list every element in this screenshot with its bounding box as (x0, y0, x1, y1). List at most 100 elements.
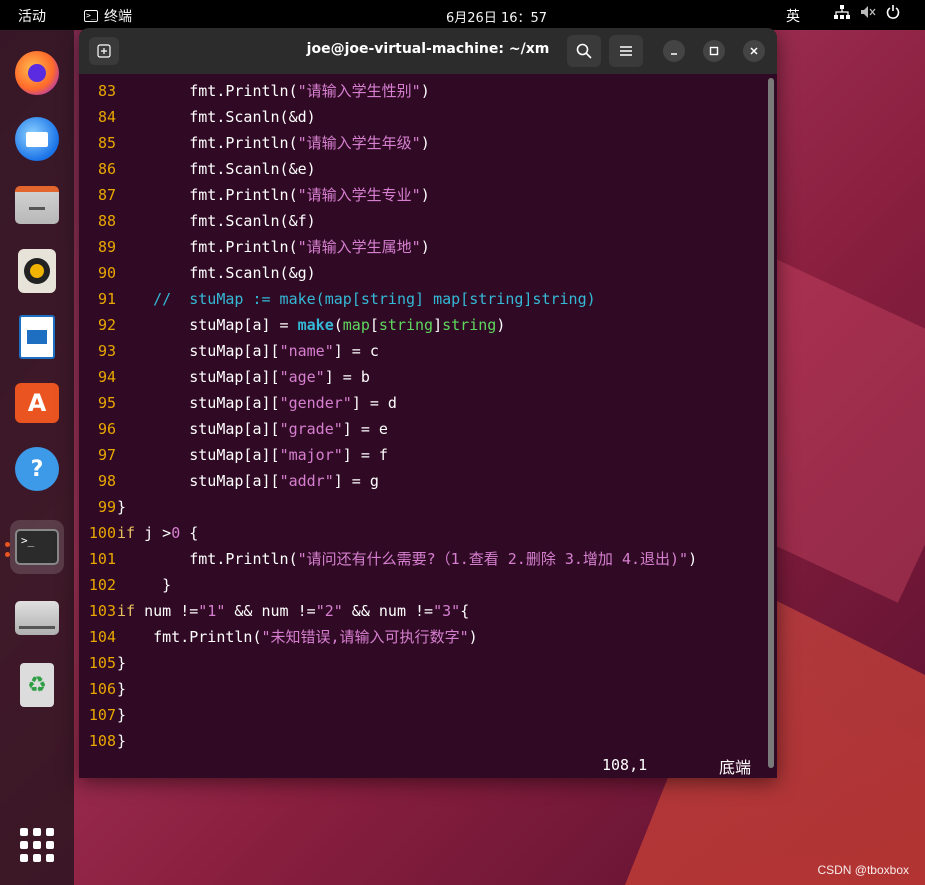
cursor-position: 108,1 (602, 756, 648, 774)
code-token: ) (688, 550, 698, 568)
code-token: string (442, 316, 497, 334)
line-number: 100 (88, 524, 116, 542)
code-line: 100if j >0 { (79, 520, 769, 546)
line-content: stuMap[a]["gender"] = d (116, 390, 397, 416)
line-content: } (116, 676, 126, 702)
top-bar: 活动 >_ 终端 6月26日 16：57 英 (0, 0, 925, 30)
system-menu[interactable] (834, 5, 900, 23)
close-button[interactable] (743, 40, 765, 62)
line-content: fmt.Println("请输入学生性别") (116, 78, 429, 104)
activities-button[interactable]: 活动 (18, 6, 46, 26)
code-token: "age" (279, 368, 325, 386)
code-token: ) (468, 628, 478, 646)
close-icon (750, 47, 758, 55)
line-number: 93 (97, 342, 116, 360)
writer-document-icon (19, 315, 55, 359)
code-line: 101 fmt.Println("请问还有什么需要?（1.查看 2.删除 3.增… (79, 546, 769, 572)
dock-trash[interactable]: ♻ (10, 658, 64, 712)
code-token: ] = g (333, 472, 379, 490)
speaker-icon (18, 249, 56, 293)
code-token: ] = b (324, 368, 370, 386)
line-number: 98 (97, 472, 116, 490)
line-number: 86 (97, 160, 116, 178)
code-token: "请输入学生属地" (297, 238, 421, 256)
line-number: 96 (97, 420, 116, 438)
code-token: fmt.Println( (117, 550, 298, 568)
code-token: make (297, 316, 334, 334)
line-content: fmt.Scanln(&e) (116, 156, 316, 182)
line-number: 97 (97, 446, 116, 464)
input-method-indicator[interactable]: 英 (786, 6, 800, 26)
line-number: 105 (88, 654, 116, 672)
code-token: } (117, 654, 127, 672)
app-store-icon: A (15, 383, 59, 423)
network-icon (834, 5, 850, 23)
code-token: "2" (315, 602, 343, 620)
code-token: j > (135, 524, 172, 542)
code-line: 96 stuMap[a]["grade"] = e (79, 416, 769, 442)
code-line: 98 stuMap[a]["addr"] = g (79, 468, 769, 494)
line-content: // stuMap := make(map[string] map[string… (116, 286, 596, 312)
code-line: 95 stuMap[a]["gender"] = d (79, 390, 769, 416)
code-token: fmt.Println( (117, 186, 298, 204)
dock-thunderbird[interactable] (10, 112, 64, 166)
app-menu[interactable]: >_ 终端 (84, 6, 132, 26)
code-token: "请问还有什么需要?（1.查看 2.删除 3.增加 4.退出)" (297, 550, 689, 568)
dock-help[interactable]: ? (10, 442, 64, 496)
help-icon: ? (15, 447, 59, 491)
code-line: 89 fmt.Println("请输入学生属地") (79, 234, 769, 260)
code-token: fmt.Println( (117, 134, 298, 152)
code-token: stuMap[a][ (117, 368, 280, 386)
code-line: 85 fmt.Println("请输入学生年级") (79, 130, 769, 156)
line-content: } (116, 494, 126, 520)
dock-terminal[interactable]: >_ (10, 520, 64, 574)
code-token: ) (496, 316, 506, 334)
line-number: 108 (88, 732, 116, 750)
scrollbar[interactable] (768, 78, 774, 768)
line-number: 83 (97, 82, 116, 100)
line-content: fmt.Println("请问还有什么需要?（1.查看 2.删除 3.增加 4.… (116, 546, 697, 572)
code-token: // stuMap := make(map[string] map[string… (117, 290, 596, 308)
code-token: fmt.Println( (117, 238, 298, 256)
code-token: fmt.Scanln(&e) (117, 160, 316, 178)
window-headerbar: joe@joe-virtual-machine: ~/xm (79, 28, 777, 74)
code-token: [ (369, 316, 379, 334)
line-content: fmt.Scanln(&f) (116, 208, 315, 234)
dock-files[interactable] (10, 178, 64, 232)
code-token: "gender" (279, 394, 352, 412)
line-content: stuMap[a]["major"] = f (116, 442, 388, 468)
scrollbar-thumb[interactable] (768, 78, 774, 768)
dock-rhythmbox[interactable] (10, 244, 64, 298)
line-content: } (116, 728, 126, 754)
drive-icon (15, 601, 59, 635)
minimize-button[interactable] (663, 40, 685, 62)
code-token: "请输入学生性别" (297, 82, 421, 100)
line-content: stuMap[a] = make(map[string]string) (116, 312, 505, 338)
code-line: 107} (79, 702, 769, 728)
clock[interactable]: 6月26日 16：57 (446, 7, 547, 26)
search-button[interactable] (567, 35, 601, 67)
code-token: "请输入学生年级" (297, 134, 421, 152)
code-line: 84 fmt.Scanln(&d) (79, 104, 769, 130)
code-token: fmt.Println( (117, 628, 262, 646)
dock-firefox[interactable] (10, 46, 64, 100)
dock-drive[interactable] (10, 591, 64, 645)
code-line: 102 } (79, 572, 769, 598)
code-token: "未知错误,请输入可执行数字" (261, 628, 469, 646)
code-line: 91 // stuMap := make(map[string] map[str… (79, 286, 769, 312)
watermark: CSDN @tboxbox (817, 863, 909, 877)
dock-app-center[interactable]: A (10, 376, 64, 430)
code-line: 87 fmt.Println("请输入学生专业") (79, 182, 769, 208)
terminal-text-area[interactable]: 83 fmt.Println("请输入学生性别") 84 fmt.Scanln(&… (79, 78, 769, 754)
dock-libreoffice-writer[interactable] (10, 310, 64, 364)
code-token: ) (420, 134, 430, 152)
show-apps-button[interactable] (10, 818, 64, 872)
code-token: } (117, 680, 127, 698)
line-number: 89 (97, 238, 116, 256)
maximize-button[interactable] (703, 40, 725, 62)
code-token: "grade" (279, 420, 343, 438)
line-number: 101 (88, 550, 116, 568)
line-content: stuMap[a]["grade"] = e (116, 416, 388, 442)
code-token: ) (420, 186, 430, 204)
menu-button[interactable] (609, 35, 643, 67)
